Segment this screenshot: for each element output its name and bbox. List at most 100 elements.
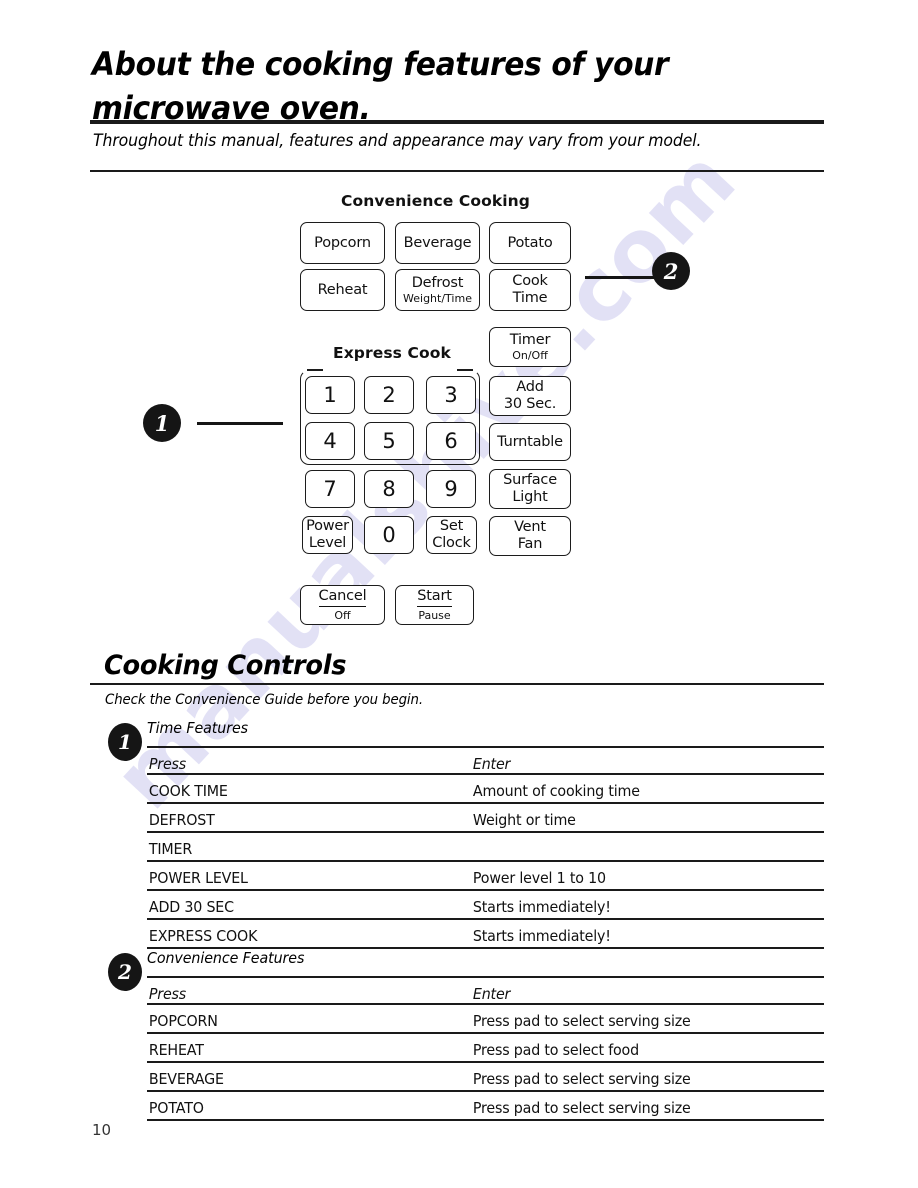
key-set-clock-sublabel: Clock [432,535,471,551]
section-note: Check the Convenience Guide before you b… [105,692,423,708]
press-cell: DEFROST [147,803,455,833]
press-cell: POWER LEVEL [147,861,455,891]
section-rule [90,683,824,685]
enter-cell: Power level 1 to 10 [471,861,807,891]
press-cell: POTATO [147,1091,455,1121]
table-row: BEVERAGE Press pad to select serving siz… [147,1062,824,1092]
key-3-label: 3 [444,382,458,407]
key-4[interactable]: 4 [305,422,355,460]
key-start-sublabel: Pause [418,609,451,622]
key-surface-light-label: Surface [503,472,557,488]
key-1-label: 1 [323,382,337,407]
key-3[interactable]: 3 [426,376,476,414]
callout-2-leader [585,276,655,279]
key-defrost-sublabel: Weight/Time [403,292,472,305]
key-9[interactable]: 9 [426,470,476,508]
page-subtitle: Throughout this manual, features and app… [93,131,702,150]
key-popcorn[interactable]: Popcorn [300,222,385,264]
enter-cell: Weight or time [471,803,807,833]
key-potato[interactable]: Potato [489,222,571,264]
key-surface-light-sublabel: Light [512,489,548,505]
key-0-label: 0 [382,522,396,547]
press-cell: EXPRESS COOK [147,919,455,949]
manual-page: manualshive.com About the cooking featur… [0,0,918,1188]
table-row: POTATO Press pad to select serving size [147,1091,824,1121]
column-header-press: Press [147,976,455,1005]
header-rule-bottom [90,170,824,172]
key-defrost[interactable]: Defrost Weight/Time [395,269,480,311]
table-row: REHEAT Press pad to select food [147,1033,824,1063]
key-timer[interactable]: Timer On/Off [489,327,571,367]
enter-cell: Starts immediately! [471,919,807,949]
page-title: About the cooking features of your micro… [92,42,743,130]
key-7[interactable]: 7 [305,470,355,508]
press-cell: TIMER [147,832,455,862]
key-add-30-sec[interactable]: Add 30 Sec. [489,376,571,416]
enter-cell: Press pad to select serving size [471,1091,807,1121]
press-cell: BEVERAGE [147,1062,455,1092]
key-add-30-sec-sublabel: 30 Sec. [503,396,557,412]
time-features-table: Press Enter COOK TIME Amount of cooking … [147,746,824,949]
key-6[interactable]: 6 [426,422,476,460]
key-power-level-label: Power [306,518,349,534]
key-popcorn-label: Popcorn [314,235,371,251]
convenience-features-caption: Convenience Features [147,949,305,967]
key-vent-fan-label: Vent [514,519,546,535]
key-surface-light[interactable]: Surface Light [489,469,571,509]
key-timer-label: Timer [509,332,551,348]
press-cell: POPCORN [147,1004,455,1034]
table-header-row: Press Enter [147,746,824,775]
enter-cell: Starts immediately! [471,890,807,920]
key-turntable-label: Turntable [497,434,563,450]
column-header-enter: Enter [471,976,807,1005]
key-cancel-off[interactable]: Cancel Off [300,585,385,625]
table-row: EXPRESS COOK Starts immediately! [147,919,824,949]
key-5[interactable]: 5 [364,422,414,460]
key-2-label: 2 [382,382,396,407]
key-reheat-label: Reheat [317,282,368,298]
column-header-enter: Enter [471,746,807,775]
column-header-press: Press [147,746,455,775]
key-8[interactable]: 8 [364,470,414,508]
key-add-30-sec-label: Add [516,379,544,395]
key-turntable[interactable]: Turntable [489,423,571,461]
key-beverage-label: Beverage [403,235,472,251]
table-row: COOK TIME Amount of cooking time [147,774,824,804]
convenience-features-badge: 2 [108,953,142,991]
key-7-label: 7 [323,476,337,501]
key-cook-time-sublabel: Time [512,290,548,306]
enter-cell: Amount of cooking time [471,774,807,804]
key-1[interactable]: 1 [305,376,355,414]
page-title-line-1: About the cooking features of your [92,45,669,83]
press-cell: REHEAT [147,1033,455,1063]
table-row: ADD 30 SEC Starts immediately! [147,890,824,920]
table-row: DEFROST Weight or time [147,803,824,833]
time-features-caption: Time Features [147,719,248,737]
key-potato-label: Potato [507,235,553,251]
key-8-label: 8 [382,476,396,501]
key-vent-fan-sublabel: Fan [517,536,543,552]
time-features-badge: 1 [108,723,142,761]
key-power-level[interactable]: Power Level [302,516,353,554]
enter-cell: Press pad to select food [471,1033,807,1063]
key-cook-time[interactable]: Cook Time [489,269,571,311]
key-cook-time-label: Cook [512,273,548,289]
press-cell: COOK TIME [147,774,455,804]
enter-cell: Press pad to select serving size [471,1004,807,1034]
table-row: TIMER [147,832,824,862]
key-reheat[interactable]: Reheat [300,269,385,311]
key-start-pause[interactable]: Start Pause [395,585,474,625]
express-cook-label: Express Cook [333,344,451,362]
callout-2: 2 [652,252,690,290]
section-title: Cooking Controls [104,650,347,681]
key-cancel-label: Cancel [318,588,367,607]
key-0[interactable]: 0 [364,516,414,554]
key-vent-fan[interactable]: Vent Fan [489,516,571,556]
key-set-clock[interactable]: Set Clock [426,516,477,554]
key-cancel-sublabel: Off [334,609,351,622]
table-header-row: Press Enter [147,976,824,1005]
table-row: POPCORN Press pad to select serving size [147,1004,824,1034]
key-defrost-label: Defrost [411,275,464,291]
key-beverage[interactable]: Beverage [395,222,480,264]
key-2[interactable]: 2 [364,376,414,414]
